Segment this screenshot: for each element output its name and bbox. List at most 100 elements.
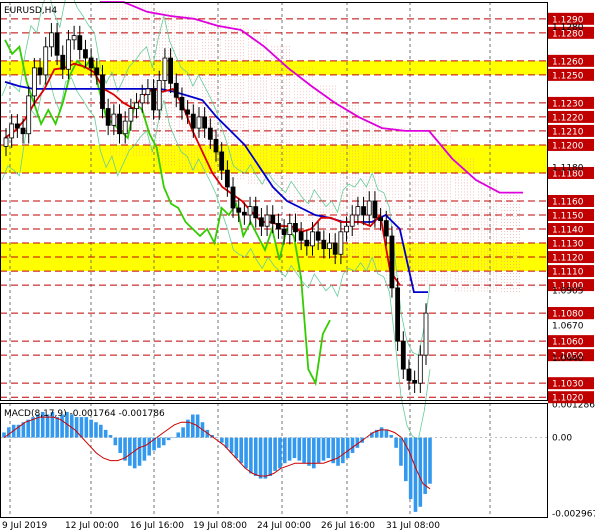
macd-bar — [94, 422, 98, 438]
macd-bar — [379, 427, 384, 438]
macd-bar — [79, 417, 84, 438]
macd-bar — [190, 414, 195, 438]
candle-body — [344, 225, 349, 233]
eurusd-chart: 0.0012860.00-0.002967 1.12901.12801.1260… — [0, 0, 595, 532]
candle-body — [162, 57, 168, 81]
macd-bar — [273, 437, 277, 471]
candle-body — [20, 127, 26, 135]
macd-bar — [389, 435, 394, 438]
candle-body — [71, 35, 77, 41]
candle-body — [3, 137, 9, 147]
candle-body — [349, 214, 355, 227]
macd-bar — [132, 437, 137, 469]
price-axis-label: 1.0670 — [552, 322, 584, 332]
macd-title: MACD(8,17,9) -0.001764 -0.001786 — [4, 409, 165, 419]
price-tag-label: 1.1060 — [552, 338, 584, 348]
candle-body — [395, 287, 401, 342]
macd-bar — [258, 437, 263, 479]
candle-body — [281, 228, 287, 236]
macd-bar — [171, 437, 176, 439]
candle-body — [293, 223, 298, 233]
macd-bar — [302, 437, 306, 464]
macd-axis-label: 0.00 — [552, 434, 572, 444]
candle-body — [366, 200, 372, 216]
candle-body — [276, 223, 281, 230]
candle-body — [213, 138, 219, 153]
candle-body — [9, 123, 15, 139]
price-axis-label: 1.1180 — [552, 163, 584, 173]
price-tag-label: 1.1150 — [552, 212, 584, 222]
candle-body — [361, 206, 366, 216]
time-axis-label: 16 Jul 16:00 — [130, 521, 184, 531]
candle-body — [31, 67, 37, 97]
candle-body — [185, 109, 191, 115]
candle-body — [304, 239, 310, 247]
candle-body — [241, 211, 247, 216]
macd-bar — [142, 437, 147, 461]
candle-body — [236, 207, 242, 213]
candle-body — [168, 57, 173, 84]
candle-body — [88, 57, 94, 69]
candle-body — [423, 312, 429, 356]
candle-body — [327, 242, 332, 250]
candle-body — [134, 102, 139, 109]
candle-body — [100, 74, 105, 109]
price-tag-label: 1.1220 — [552, 113, 584, 123]
macd-bar — [118, 437, 122, 453]
macd-bar — [345, 437, 350, 459]
candle-body — [128, 108, 134, 122]
candle-body — [321, 239, 327, 250]
time-axis-label: 9 Jul 2019 — [2, 521, 47, 531]
macd-bar — [26, 419, 31, 438]
macd-bar — [181, 427, 185, 438]
highlight-zone — [0, 60, 547, 75]
candle-body — [332, 242, 338, 255]
price-tag-label: 1.1210 — [552, 127, 584, 137]
price-tag-label: 1.1250 — [552, 71, 584, 81]
macd-bar — [176, 432, 181, 438]
candle-body — [406, 368, 412, 381]
macd-bar — [84, 417, 89, 438]
candle-body — [26, 95, 32, 135]
candle-body — [338, 231, 344, 255]
candle-body — [94, 67, 100, 76]
macd-bar — [268, 437, 273, 477]
candle-body — [378, 217, 383, 222]
macd-bar — [350, 437, 355, 453]
candle-body — [230, 186, 236, 209]
macd-bar — [166, 437, 171, 441]
candle-body — [287, 223, 293, 236]
candle-body — [372, 200, 378, 219]
candle-body — [247, 206, 253, 216]
macd-axis-label: -0.002967 — [552, 510, 595, 520]
candle-body — [83, 49, 88, 59]
macd-bar — [297, 437, 302, 461]
macd-bar — [55, 417, 60, 438]
candle-body — [389, 235, 395, 289]
candle-body — [219, 151, 225, 171]
candle-body — [122, 120, 128, 135]
candle-body — [310, 231, 315, 247]
candle-body — [224, 169, 230, 188]
macd-bar — [428, 437, 432, 484]
macd-bar — [128, 437, 132, 466]
macd-bar — [249, 437, 253, 474]
candle-body — [190, 113, 196, 129]
candle-body — [14, 123, 20, 129]
chart-title: EURUSD,H4 — [4, 6, 57, 16]
candle-body — [383, 220, 389, 237]
candle-body — [66, 39, 71, 70]
price-tag-label: 1.1130 — [552, 240, 584, 250]
macd-bar — [316, 437, 321, 464]
price-axis-label: 1.0440 — [552, 354, 584, 364]
macd-bar — [384, 429, 389, 438]
candle-body — [417, 354, 423, 384]
macd-bar — [74, 417, 79, 438]
macd-bar — [220, 437, 224, 443]
macd-bar — [282, 437, 287, 464]
macd-bar — [408, 437, 413, 500]
price-tag-label: 1.1140 — [552, 226, 584, 236]
candle-body — [117, 113, 122, 135]
macd-bar — [113, 437, 118, 446]
price-tag-label: 1.1160 — [552, 198, 584, 208]
